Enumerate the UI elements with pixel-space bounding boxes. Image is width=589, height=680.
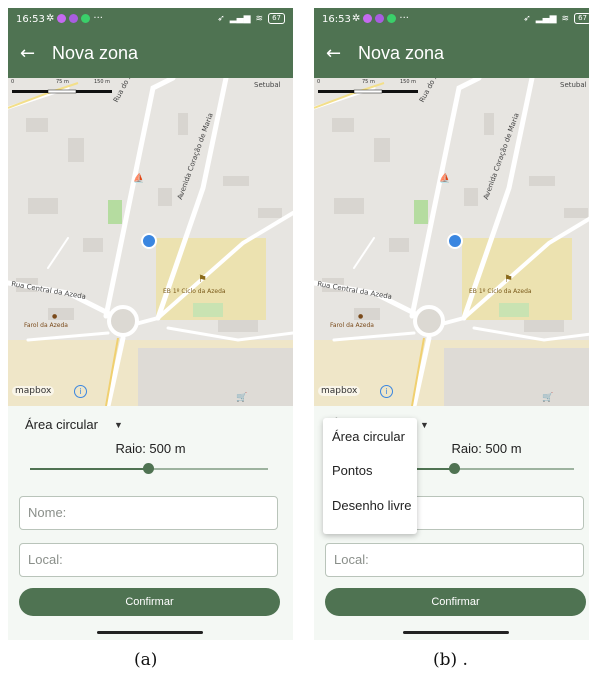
svg-text:⛵: ⛵ — [439, 172, 450, 184]
messenger-icon — [57, 14, 67, 23]
svg-text:●: ● — [52, 313, 57, 320]
system-icons: ➶ ▂▄▆ ≋ 67 — [217, 13, 285, 24]
radius-slider[interactable] — [30, 463, 268, 474]
location-icon: ➶ — [523, 13, 531, 24]
confirm-button[interactable]: Confirmar — [325, 588, 586, 616]
caret-down-icon: ▼ — [113, 419, 123, 430]
battery-icon: 67 — [268, 13, 285, 24]
battery-icon: 67 — [574, 13, 589, 24]
local-field[interactable]: Local: — [19, 543, 278, 577]
system-icons: ➶ ▂▄▆ ≋ 67 — [523, 13, 589, 24]
signal-icon: ▂▄▆ — [535, 13, 557, 24]
svg-text:⛵: ⛵ — [133, 172, 144, 184]
signal-icon: ▂▄▆ — [229, 13, 251, 24]
page-title: Nova zona — [358, 43, 445, 63]
back-arrow-icon[interactable]: ← — [326, 43, 341, 64]
status-bar: 16:53 ✲ ··· ➶ ▂▄▆ ≋ 67 — [8, 8, 293, 32]
caret-down-icon: ▼ — [419, 419, 429, 430]
local-field[interactable]: Local: — [325, 543, 584, 577]
scale-label-150: 150 m — [94, 79, 111, 85]
slider-thumb[interactable] — [143, 463, 154, 474]
street-label-setubal: Setubal — [560, 81, 587, 89]
notification-icon: ✲ — [46, 13, 55, 24]
notification-icons: ✲ ··· — [352, 13, 409, 24]
svg-text:●: ● — [358, 313, 363, 320]
street-label-setubal: Setubal — [254, 81, 281, 89]
zone-form: Área circular ▼ Raio: 500 m Nome: Local:… — [8, 406, 293, 640]
svg-text:⚑: ⚑ — [198, 274, 207, 285]
messenger-icon — [69, 14, 79, 23]
wifi-icon: ≋ — [561, 13, 570, 24]
home-indicator[interactable] — [403, 631, 509, 634]
scale-label-150: 150 m — [400, 79, 417, 85]
messenger-icon — [375, 14, 385, 23]
menu-item-desenho-livre[interactable]: Desenho livre — [332, 498, 412, 513]
caption-a: (a) — [134, 650, 158, 670]
location-icon: ➶ — [217, 13, 225, 24]
confirm-button[interactable]: Confirmar — [19, 588, 280, 616]
notification-icon: ✲ — [352, 13, 361, 24]
poi-label-farol: Farol da Azeda — [330, 322, 374, 329]
name-field[interactable]: Nome: — [19, 496, 278, 530]
app-bar: ← Nova zona — [314, 32, 589, 78]
screenshot-a: 16:53 ✲ ··· ➶ ▂▄▆ ≋ 67 ← Nova zona ⚑ ⛵ 🛒… — [8, 8, 293, 640]
more-notifications-icon: ··· — [399, 13, 409, 24]
back-arrow-icon[interactable]: ← — [20, 43, 35, 64]
menu-item-area-circular[interactable]: Área circular — [332, 429, 405, 444]
screenshot-b: 16:53 ✲ ··· ➶ ▂▄▆ ≋ 67 ← Nova zona ⚑ ⛵ 🛒… — [314, 8, 589, 640]
slider-fill — [30, 468, 149, 470]
more-notifications-icon: ··· — [93, 13, 103, 24]
wifi-icon: ≋ — [255, 13, 264, 24]
map-view[interactable]: ⚑ ⛵ 🛒 ● 0 75 m 150 m Setubal Rua do Xara… — [8, 78, 293, 406]
map-canvas: ⚑ ⛵ 🛒 ● — [314, 78, 589, 406]
whatsapp-icon — [387, 14, 397, 23]
mapbox-logo: mapbox — [318, 386, 361, 396]
slider-thumb[interactable] — [449, 463, 460, 474]
status-time: 16:53 — [322, 14, 351, 25]
info-icon[interactable]: i — [74, 385, 87, 398]
poi-label-farol: Farol da Azeda — [24, 322, 68, 329]
home-indicator[interactable] — [97, 631, 203, 634]
map-canvas: ⚑ ⛵ 🛒 ● — [8, 78, 293, 406]
svg-text:⚑: ⚑ — [504, 274, 513, 285]
scale-label-0: 0 — [317, 79, 321, 85]
zone-type-selected: Área circular — [25, 417, 98, 432]
info-icon[interactable]: i — [380, 385, 393, 398]
whatsapp-icon — [81, 14, 91, 23]
page-title: Nova zona — [52, 43, 139, 63]
scale-label-0: 0 — [11, 79, 15, 85]
mapbox-logo: mapbox — [12, 386, 55, 396]
app-bar: ← Nova zona — [8, 32, 293, 78]
svg-text:🛒: 🛒 — [542, 391, 553, 403]
status-time: 16:53 — [16, 14, 45, 25]
scale-label-75: 75 m — [56, 79, 69, 85]
scale-label-75: 75 m — [362, 79, 375, 85]
status-bar: 16:53 ✲ ··· ➶ ▂▄▆ ≋ 67 — [314, 8, 589, 32]
menu-item-pontos[interactable]: Pontos — [332, 463, 372, 478]
svg-text:🛒: 🛒 — [236, 391, 247, 403]
caption-b: (b) . — [433, 650, 468, 670]
messenger-icon — [363, 14, 373, 23]
poi-label-school: EB 1º Ciclo da Azeda — [469, 288, 532, 295]
poi-label-school: EB 1º Ciclo da Azeda — [163, 288, 226, 295]
radius-label: Raio: 500 m — [115, 441, 186, 456]
zone-type-dropdown[interactable]: Área circular ▼ — [25, 417, 123, 432]
notification-icons: ✲ ··· — [46, 13, 103, 24]
map-view[interactable]: ⚑ ⛵ 🛒 ● 0 75 m 150 m Setubal Rua do Xara… — [314, 78, 589, 406]
zone-type-menu: Área circular Pontos Desenho livre — [323, 418, 417, 534]
